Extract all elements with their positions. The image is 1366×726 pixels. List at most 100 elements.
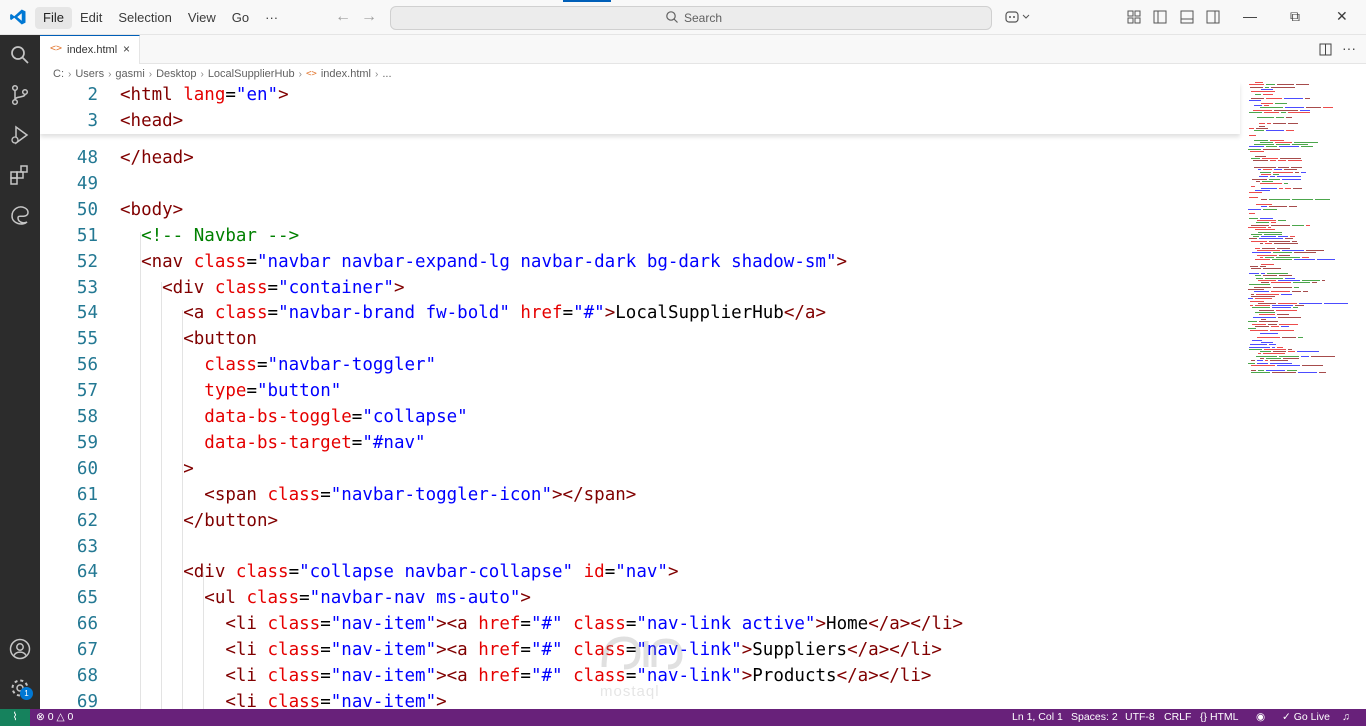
menu-selection[interactable]: Selection xyxy=(110,7,179,29)
toggle-panel-icon[interactable] xyxy=(1180,10,1194,24)
line-code: type="button" xyxy=(120,378,341,404)
minimap-line xyxy=(1263,275,1277,277)
notifications-bell-icon[interactable]: ♫ xyxy=(1342,711,1350,724)
edge-devtools-icon[interactable] xyxy=(8,203,32,227)
chevron-right-icon: › xyxy=(200,68,204,80)
code-line[interactable]: 64 <div class="collapse navbar-collapse"… xyxy=(40,559,1240,585)
code-line[interactable]: 54 <a class="navbar-brand fw-bold" href=… xyxy=(40,300,1240,326)
breadcrumb-user[interactable]: gasmi xyxy=(115,68,144,80)
run-debug-icon[interactable] xyxy=(8,123,32,147)
code-token: <body> xyxy=(120,199,184,220)
code-editor[interactable]: 2 <html lang="en"> 3 <head> 48 </head> 49 50 <b… xyxy=(40,82,1366,709)
minimap-line xyxy=(1278,160,1286,162)
minimap-line xyxy=(1306,224,1310,226)
line-number: 56 xyxy=(76,355,98,376)
minimap-line xyxy=(1256,355,1277,357)
chevron-right-icon: › xyxy=(68,68,72,80)
code-line[interactable]: 53 <div class="container"> xyxy=(40,275,1240,301)
minimap-line xyxy=(1272,346,1275,348)
code-line[interactable]: 56 class="navbar-toggler" xyxy=(40,352,1240,378)
code-line[interactable]: 3 <head> xyxy=(40,108,1240,134)
customize-layout-icon[interactable] xyxy=(1127,10,1141,24)
menu-go[interactable]: Go xyxy=(224,7,257,29)
menu-file[interactable]: File xyxy=(35,7,72,29)
code-line[interactable]: 62 </button> xyxy=(40,508,1240,534)
code-token: > xyxy=(741,666,753,686)
code-token: "button" xyxy=(256,381,342,402)
menu-view[interactable]: View xyxy=(180,7,224,29)
breadcrumb-desktop[interactable]: Desktop xyxy=(156,68,196,80)
breadcrumb-users[interactable]: Users xyxy=(75,68,104,80)
code-token: class xyxy=(267,640,321,661)
cursor-position[interactable]: Ln 1, Col 1 xyxy=(1012,711,1063,724)
copilot-icon[interactable] xyxy=(1005,9,1031,25)
code-token: = xyxy=(299,588,310,609)
minimap-line xyxy=(1254,105,1262,106)
tab-index-html[interactable]: <> index.html × xyxy=(40,35,140,64)
code-line[interactable]: 58 data-bs-toggle="collapse" xyxy=(40,404,1240,430)
code-token: > xyxy=(393,277,405,298)
minimap-line xyxy=(1261,272,1265,274)
code-line[interactable]: 2 <html lang="en"> xyxy=(40,82,1240,108)
back-arrow-icon[interactable]: ← xyxy=(335,8,351,26)
minimap-line xyxy=(1276,309,1297,311)
code-line[interactable]: 49 xyxy=(40,171,1240,197)
explorer-search-icon[interactable] xyxy=(8,43,32,67)
remote-indicator-icon[interactable]: ⌇ xyxy=(0,709,30,726)
forward-arrow-icon[interactable]: → xyxy=(361,8,377,26)
minimap[interactable] xyxy=(1246,82,1356,382)
braces-icon: {} xyxy=(1200,711,1208,723)
extensions-icon[interactable] xyxy=(8,163,32,187)
code-line[interactable]: 63 xyxy=(40,534,1240,560)
more-actions-icon[interactable]: ··· xyxy=(1342,40,1356,56)
close-window-icon[interactable]: ✕ xyxy=(1336,8,1348,25)
breadcrumb-project[interactable]: LocalSupplierHub xyxy=(208,68,295,80)
breadcrumb-drive[interactable]: C: xyxy=(53,68,64,80)
code-token: "navbar navbar-expand-lg navbar-dark bg-… xyxy=(257,251,837,272)
live-server-icon[interactable]: ◉ xyxy=(1256,711,1265,724)
indentation[interactable]: Spaces: 2 xyxy=(1071,711,1118,724)
line-number: 48 xyxy=(76,148,98,168)
breadcrumb-file[interactable]: index.html xyxy=(321,68,371,80)
menu-edit[interactable]: Edit xyxy=(72,7,110,29)
line-ending[interactable]: CRLF xyxy=(1164,711,1191,724)
minimap-line xyxy=(1252,307,1270,309)
minimap-line xyxy=(1252,178,1267,180)
code-line[interactable]: 65 <ul class="navbar-nav ms-auto"> xyxy=(40,585,1240,611)
code-line[interactable]: 50 <body> xyxy=(40,197,1240,223)
problems-indicator[interactable]: ⊗ 0 △ 0 xyxy=(36,711,73,724)
sticky-scroll-header[interactable]: 2 <html lang="en"> 3 <head> xyxy=(40,82,1240,134)
minimap-line xyxy=(1259,321,1278,323)
minimize-icon[interactable]: — xyxy=(1243,8,1257,24)
tab-close-icon[interactable]: × xyxy=(123,42,130,56)
breadcrumb-symbol[interactable]: ... xyxy=(382,68,391,80)
split-editor-icon[interactable] xyxy=(1319,43,1332,56)
language-mode[interactable]: {} HTML xyxy=(1200,711,1239,724)
code-line[interactable]: 61 <span class="navbar-toggler-icon"></s… xyxy=(40,482,1240,508)
encoding[interactable]: UTF-8 xyxy=(1125,711,1155,724)
code-line[interactable]: 51 <!-- Navbar --> xyxy=(40,223,1240,249)
toggle-primary-sidebar-icon[interactable] xyxy=(1153,10,1167,24)
source-control-icon[interactable] xyxy=(8,83,32,107)
minimap-line xyxy=(1285,238,1293,240)
minimap-line xyxy=(1266,146,1277,148)
code-line[interactable]: 52 <nav class="navbar navbar-expand-lg n… xyxy=(40,249,1240,275)
command-center-search[interactable]: Search xyxy=(390,6,992,30)
toggle-secondary-sidebar-icon[interactable] xyxy=(1206,10,1220,24)
minimap-line xyxy=(1319,371,1326,373)
restore-icon[interactable]: ⧉ xyxy=(1290,8,1300,25)
code-line[interactable]: 55 <button xyxy=(40,326,1240,352)
code-line[interactable]: 48 </head> xyxy=(40,145,1240,171)
minimap-line xyxy=(1277,176,1301,178)
go-live-button[interactable]: ✓ Go Live xyxy=(1282,711,1330,724)
accounts-icon[interactable] xyxy=(8,637,32,661)
minimap-line xyxy=(1260,183,1282,185)
code-line[interactable]: 59 data-bs-target="#nav" xyxy=(40,430,1240,456)
code-line[interactable]: 60 > xyxy=(40,456,1240,482)
code-line[interactable]: 57 type="button" xyxy=(40,378,1240,404)
minimap-line xyxy=(1251,224,1269,226)
menu-more[interactable]: ··· xyxy=(257,7,286,29)
minimap-line xyxy=(1277,84,1294,86)
minimap-line xyxy=(1298,337,1303,339)
code-token: <li xyxy=(120,640,268,661)
